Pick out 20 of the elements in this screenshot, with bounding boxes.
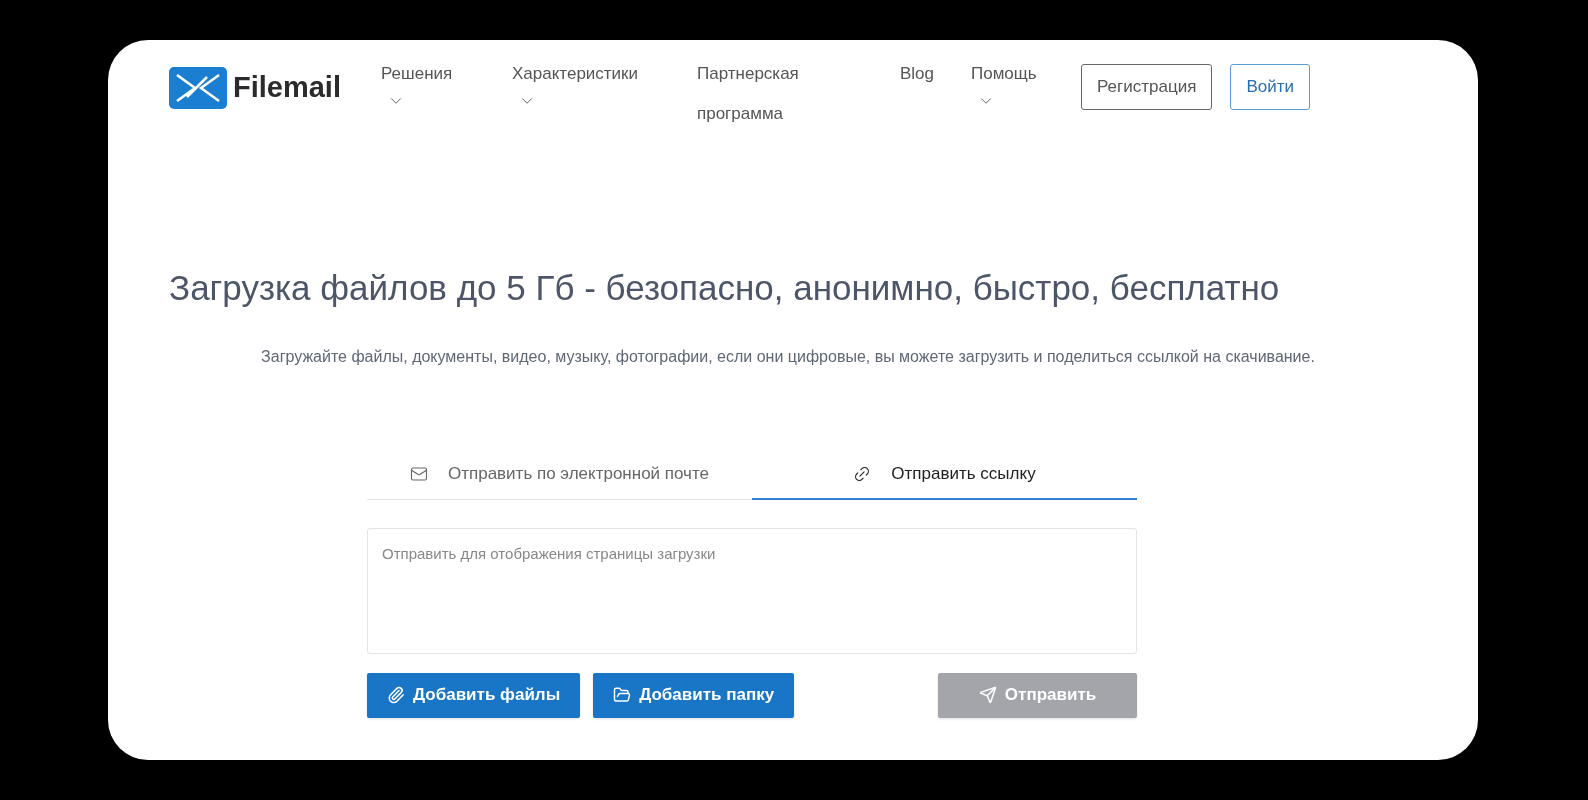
nav-link[interactable]: Партнерская программа xyxy=(697,54,842,134)
tab[interactable]: Отправить по электронной почте xyxy=(367,449,752,500)
login-button[interactable]: Войти xyxy=(1230,64,1310,110)
envelope-icon xyxy=(409,464,428,483)
nav-link[interactable]: Решения xyxy=(381,54,512,110)
add-files-button[interactable]: Добавить файлы xyxy=(367,672,581,718)
add-folder-button[interactable]: Добавить папку xyxy=(593,672,795,718)
paper-plane-icon xyxy=(978,686,997,704)
tab[interactable]: Отправить ссылку xyxy=(752,449,1137,500)
folder-icon xyxy=(613,686,632,704)
logo-text: Filemail xyxy=(233,70,341,105)
message-field[interactable]: Отправить для отображения страницы загрузки xyxy=(367,527,1137,654)
paperclip-icon xyxy=(387,686,405,704)
hero-title: Загрузка файлов до 5 Гб - безопасно, анонимно, быстро, бесплатно xyxy=(169,267,1281,309)
register-button[interactable]: Регистрация xyxy=(1081,64,1213,110)
nav-link[interactable]: Характеристики xyxy=(512,54,697,110)
hero-subtitle: Загружайте файлы, документы, видео, музыку, фотографии, если они цифровые, вы можете загрузить и поделиться ссылкой на скачивание. xyxy=(260,346,1316,367)
logo-icon xyxy=(169,66,227,109)
nav-link[interactable]: Помощь xyxy=(971,54,1081,110)
nav-link[interactable]: Blog xyxy=(900,54,938,94)
